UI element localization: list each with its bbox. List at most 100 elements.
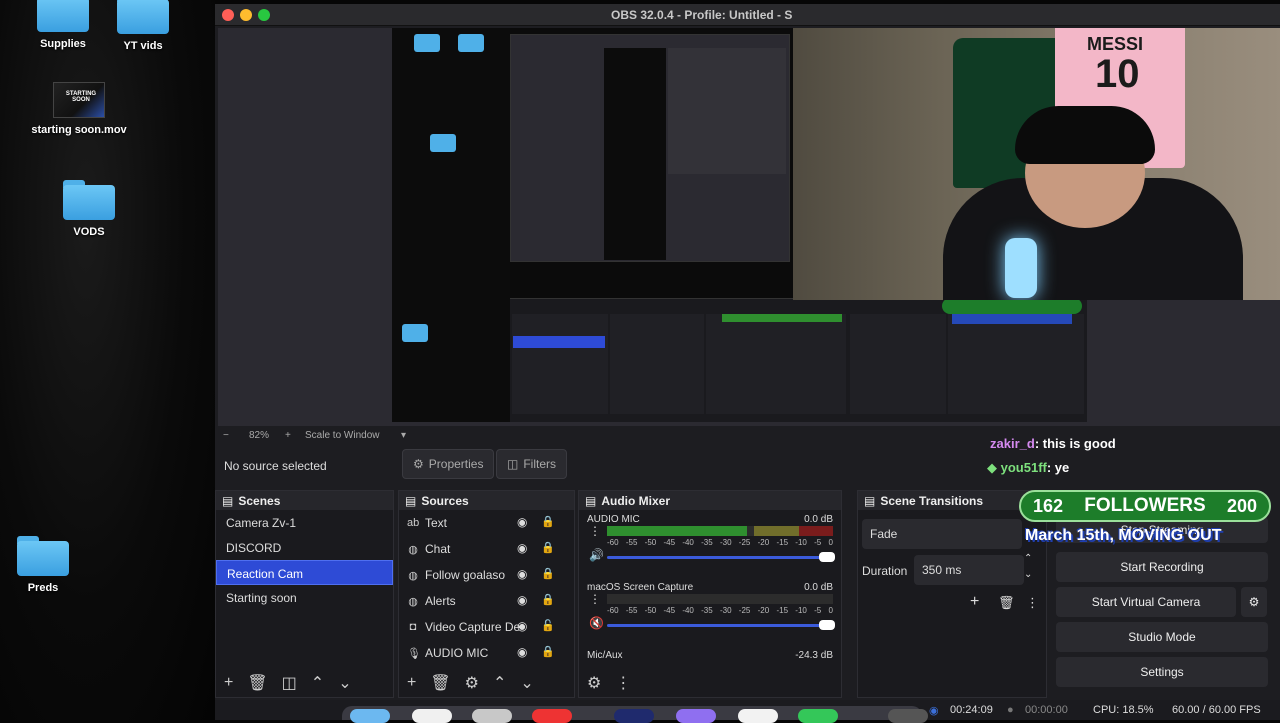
eye-icon[interactable]: ◉ bbox=[517, 645, 527, 659]
discord-dock-icon[interactable] bbox=[676, 709, 716, 723]
more-icon[interactable]: ⋮ bbox=[589, 592, 601, 606]
eye-icon[interactable]: ◉ bbox=[517, 593, 527, 607]
scale-mode-select[interactable]: Scale to Window bbox=[305, 430, 379, 441]
desktop-folder-yt-vids[interactable]: YT vids bbox=[88, 0, 198, 52]
chat-username: you51ff bbox=[1000, 460, 1047, 475]
move-down-icon[interactable]: ⌄ bbox=[520, 673, 533, 693]
fps-readout: 60.00 / 60.00 FPS bbox=[1172, 704, 1261, 716]
desktop-file-starting-soon[interactable]: STARTING SOON starting soon.mov bbox=[24, 82, 134, 136]
virtual-camera-settings-button[interactable]: ⚙ bbox=[1241, 587, 1267, 617]
trash-icon[interactable]: 🗑 bbox=[247, 673, 267, 693]
eye-icon[interactable]: ◉ bbox=[517, 515, 527, 529]
audio-mixer-header: ▤ Audio Mixer bbox=[579, 491, 841, 510]
lock-icon[interactable]: 🔒 bbox=[541, 515, 555, 528]
settings-button[interactable]: Settings bbox=[1056, 657, 1268, 687]
sources-header: ▤ Sources bbox=[399, 491, 574, 510]
start-recording-button[interactable]: Start Recording bbox=[1056, 552, 1268, 582]
chrome-dock-icon[interactable] bbox=[412, 709, 452, 723]
messages-dock-icon[interactable] bbox=[798, 709, 838, 723]
meter-tick-label: -40 bbox=[682, 606, 694, 615]
source-item-audio-mic[interactable]: 🎙 AUDIO MIC ◉ 🔒 bbox=[399, 640, 574, 666]
trash-icon[interactable]: 🗑 bbox=[998, 595, 1015, 611]
meter-tick-label: -30 bbox=[719, 606, 732, 615]
level-meter bbox=[607, 526, 833, 536]
unlock-icon[interactable]: 🔓 bbox=[541, 619, 555, 632]
more-icon[interactable]: ⋮ bbox=[589, 524, 601, 538]
scene-item-reaction-cam[interactable]: Reaction Cam bbox=[216, 560, 393, 585]
close-window-button[interactable] bbox=[222, 9, 234, 21]
scene-item-camera-zv-1[interactable]: Camera Zv-1 bbox=[216, 510, 393, 535]
transition-select[interactable]: Fade bbox=[862, 519, 1022, 549]
obs-dock-icon[interactable] bbox=[614, 709, 654, 723]
filters-icon[interactable]: ◫ bbox=[282, 673, 297, 693]
program-preview[interactable]: MESSI 10 bbox=[218, 28, 1280, 426]
volume-slider[interactable] bbox=[607, 552, 835, 562]
duration-label: Duration bbox=[862, 564, 908, 578]
add-scene-button[interactable]: + bbox=[224, 674, 233, 692]
more-icon[interactable]: ⋮ bbox=[615, 673, 631, 693]
source-item-alerts[interactable]: ◍ Alerts ◉ 🔒 bbox=[399, 588, 574, 614]
app-dock-icon[interactable] bbox=[472, 709, 512, 723]
filters-button[interactable]: ◫ Filters bbox=[496, 449, 568, 479]
add-transition-button[interactable]: + bbox=[970, 593, 979, 611]
sources-dock: ▤ Sources ab Text ◉ 🔒 ◍ Chat ◉ 🔒 ◍ Follow goal… bbox=[398, 490, 575, 698]
zoom-level: 82% bbox=[249, 430, 270, 441]
eye-icon[interactable]: ◉ bbox=[517, 619, 527, 633]
meter-ticks: -60 -55 -50 -45 -40 -35 -30 -25 -20 -15 -10 -5 0 bbox=[607, 538, 833, 547]
mixer-channel-audio-mic: AUDIO MIC 0.0 dB ⋮ -60 -55 -50 -45 -40 -35 -30… bbox=[579, 510, 841, 578]
audio-mixer-dock: ▤ Audio Mixer AUDIO MIC 0.0 dB ⋮ -60 -55 -5… bbox=[578, 490, 842, 698]
source-item-video-capture[interactable]: ◘ Video Capture De ◉ 🔓 bbox=[399, 614, 574, 640]
zoom-window-button[interactable] bbox=[258, 9, 270, 21]
trash-icon[interactable]: 🗑 bbox=[430, 673, 450, 693]
record-icon: ● bbox=[1007, 704, 1014, 716]
source-item-follow-goalaso[interactable]: ◍ Follow goalaso ◉ 🔒 bbox=[399, 562, 574, 588]
chevron-up-icon[interactable]: ⌃ bbox=[1024, 553, 1032, 564]
desktop-item-label: Preds bbox=[27, 582, 59, 594]
minimize-window-button[interactable] bbox=[240, 9, 252, 21]
lock-icon[interactable]: 🔒 bbox=[541, 567, 555, 580]
app-dock-icon[interactable] bbox=[738, 709, 778, 723]
speaker-icon[interactable]: 🔊 bbox=[589, 548, 604, 562]
scenes-dock: ▤ Scenes Camera Zv-1 DISCORD Reaction Cam… bbox=[215, 490, 394, 698]
gear-icon[interactable]: ⚙ bbox=[587, 673, 601, 693]
add-source-button[interactable]: + bbox=[407, 674, 416, 692]
meter-tick-label: -15 bbox=[776, 606, 789, 615]
meter-tick-label: -25 bbox=[738, 538, 751, 547]
mic-icon: 🎙 bbox=[407, 647, 421, 660]
lock-icon[interactable]: 🔒 bbox=[541, 645, 555, 658]
scene-item-discord[interactable]: DISCORD bbox=[216, 535, 393, 560]
more-icon[interactable]: ⋮ bbox=[1026, 595, 1039, 611]
duration-input[interactable]: 350 ms bbox=[914, 555, 1024, 585]
scene-item-starting-soon[interactable]: Starting soon bbox=[216, 585, 393, 610]
move-down-icon[interactable]: ⌄ bbox=[338, 673, 351, 693]
browser-icon: ◍ bbox=[408, 595, 418, 608]
move-up-icon[interactable]: ⌃ bbox=[311, 673, 324, 693]
record-time: 00:00:00 bbox=[1025, 704, 1068, 716]
zoom-out-button[interactable]: − bbox=[223, 430, 229, 441]
source-item-chat[interactable]: ◍ Chat ◉ 🔒 bbox=[399, 536, 574, 562]
move-up-icon[interactable]: ⌃ bbox=[493, 673, 506, 693]
muted-speaker-icon[interactable]: 🔇 bbox=[589, 616, 604, 630]
chevron-down-icon[interactable]: ▾ bbox=[401, 430, 406, 441]
macos-dock bbox=[342, 706, 928, 723]
meter-tick-label: -10 bbox=[795, 538, 807, 547]
eye-icon[interactable]: ◉ bbox=[517, 541, 527, 555]
folder-icon bbox=[117, 0, 169, 34]
desktop-folder-preds[interactable]: Preds bbox=[0, 536, 98, 594]
gear-icon[interactable]: ⚙ bbox=[465, 673, 479, 693]
properties-button[interactable]: ⚙ Properties bbox=[402, 449, 495, 479]
studio-mode-button[interactable]: Studio Mode bbox=[1056, 622, 1268, 652]
chat-text: : this is good bbox=[1034, 436, 1116, 451]
chevron-down-icon[interactable]: ⌄ bbox=[1024, 569, 1032, 580]
app-dock-icon[interactable] bbox=[532, 709, 572, 723]
eye-icon[interactable]: ◉ bbox=[517, 567, 527, 581]
desktop-folder-vods[interactable]: VODS bbox=[34, 180, 144, 238]
trash-dock-icon[interactable] bbox=[888, 709, 928, 723]
lock-icon[interactable]: 🔒 bbox=[541, 541, 555, 554]
zoom-in-button[interactable]: + bbox=[285, 430, 291, 441]
start-virtual-camera-button[interactable]: Start Virtual Camera bbox=[1056, 587, 1236, 617]
finder-dock-icon[interactable] bbox=[350, 709, 390, 723]
lock-icon[interactable]: 🔒 bbox=[541, 593, 555, 606]
volume-slider[interactable] bbox=[607, 620, 835, 630]
source-item-text[interactable]: ab Text ◉ 🔒 bbox=[399, 510, 574, 536]
